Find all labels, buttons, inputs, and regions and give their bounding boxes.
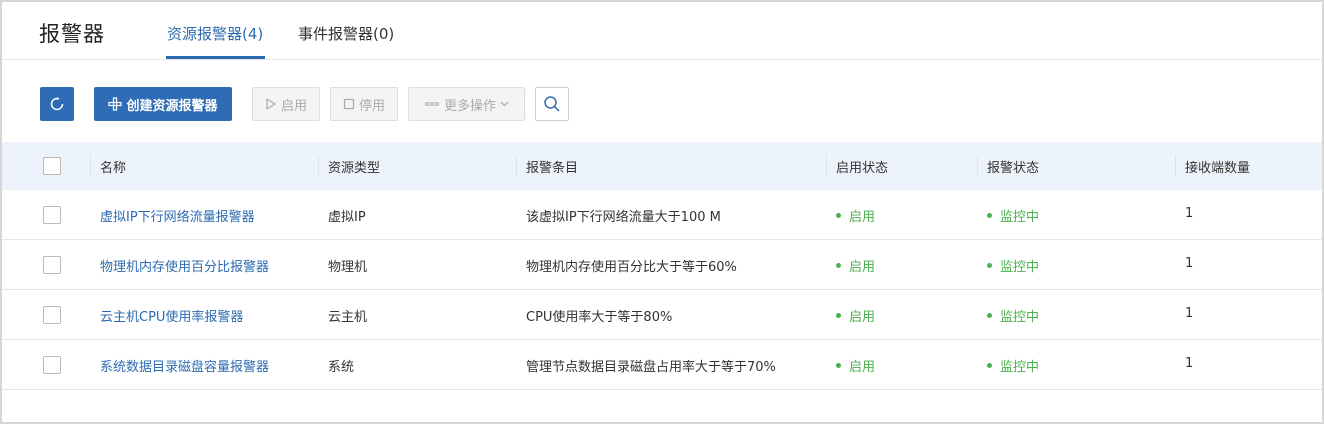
page-title: 报警器 — [39, 22, 105, 46]
chevron-down-icon — [500, 101, 509, 107]
status-dot-icon — [836, 363, 841, 368]
column-header-receiver-count[interactable]: 接收端数量 — [1185, 157, 1250, 176]
column-header-alarm-rule[interactable]: 报警条目 — [526, 157, 578, 176]
resource-type: 虚拟IP — [328, 210, 366, 225]
resource-type: 系统 — [328, 360, 355, 375]
column-header-alarm-state[interactable]: 报警状态 — [987, 157, 1039, 176]
enable-state-text: 启用 — [849, 360, 876, 375]
column-divider — [318, 155, 319, 177]
enable-state: 启用 — [836, 306, 875, 325]
more-actions-button[interactable]: 更多操作 — [408, 87, 525, 121]
alarm-name-link[interactable]: 虚拟IP下行网络流量报警器 — [100, 206, 255, 225]
alarm-state: 监控中 — [987, 306, 1039, 325]
table-row[interactable]: 云主机CPU使用率报警器 云主机 CPU使用率大于等于80% 启用 监控中 1 — [2, 290, 1322, 340]
active-tab-indicator — [166, 56, 265, 59]
status-dot-icon — [836, 213, 841, 218]
column-divider — [977, 155, 978, 177]
tab-event-alarms[interactable]: 事件报警器(0) — [298, 23, 394, 44]
enable-state-text: 启用 — [849, 310, 876, 325]
play-icon — [265, 98, 277, 110]
search-icon — [544, 96, 560, 112]
row-checkbox[interactable] — [43, 206, 61, 224]
alarm-rule: 该虚拟IP下行网络流量大于100 M — [526, 210, 721, 225]
select-all-checkbox[interactable] — [43, 157, 61, 175]
refresh-button[interactable] — [40, 87, 74, 121]
create-resource-alarm-button[interactable]: 创建资源报警器 — [94, 87, 232, 121]
ellipsis-icon — [424, 101, 440, 107]
column-header-enable-state[interactable]: 启用状态 — [836, 157, 888, 176]
tab-resource-alarms[interactable]: 资源报警器(4) — [167, 23, 263, 44]
receiver-count: 1 — [1185, 256, 1194, 271]
enable-button[interactable]: 启用 — [252, 87, 320, 121]
status-dot-icon — [836, 313, 841, 318]
more-actions-label: 更多操作 — [443, 98, 496, 114]
status-dot-icon — [987, 213, 992, 218]
column-divider — [826, 155, 827, 177]
row-checkbox[interactable] — [43, 256, 61, 274]
row-checkbox[interactable] — [43, 356, 61, 374]
alarm-name-link[interactable]: 云主机CPU使用率报警器 — [100, 306, 243, 325]
row-checkbox[interactable] — [43, 306, 61, 324]
search-button[interactable] — [535, 87, 569, 121]
page-header: 报警器 资源报警器(4) 事件报警器(0) — [2, 2, 1322, 60]
resource-type: 云主机 — [328, 310, 368, 325]
enable-state: 启用 — [836, 356, 875, 375]
table-row[interactable]: 系统数据目录磁盘容量报警器 系统 管理节点数据目录磁盘占用率大于等于70% 启用… — [2, 340, 1322, 390]
plus-icon — [108, 97, 123, 111]
stop-icon — [343, 98, 355, 110]
table-row[interactable]: 物理机内存使用百分比报警器 物理机 物理机内存使用百分比大于等于60% 启用 监… — [2, 240, 1322, 290]
alarm-state: 监控中 — [987, 256, 1039, 275]
enable-state: 启用 — [836, 256, 875, 275]
receiver-count: 1 — [1185, 306, 1194, 321]
enable-state-text: 启用 — [849, 210, 876, 225]
column-divider — [516, 155, 517, 177]
stop-button[interactable]: 停用 — [330, 87, 398, 121]
stop-button-label: 停用 — [358, 98, 385, 114]
column-divider — [1175, 155, 1176, 177]
status-dot-icon — [987, 313, 992, 318]
status-dot-icon — [836, 263, 841, 268]
table-header: 名称 资源类型 报警条目 启用状态 报警状态 接收端数量 — [2, 142, 1322, 190]
alarm-name-link[interactable]: 系统数据目录磁盘容量报警器 — [100, 356, 269, 375]
status-dot-icon — [987, 263, 992, 268]
receiver-count: 1 — [1185, 356, 1194, 371]
alarm-state-text: 监控中 — [1000, 360, 1040, 375]
alarm-rule: 物理机内存使用百分比大于等于60% — [526, 260, 737, 275]
alarm-state-text: 监控中 — [1000, 310, 1040, 325]
resource-type: 物理机 — [328, 260, 368, 275]
alarm-state: 监控中 — [987, 356, 1039, 375]
table-row[interactable]: 虚拟IP下行网络流量报警器 虚拟IP 该虚拟IP下行网络流量大于100 M 启用… — [2, 190, 1322, 240]
receiver-count: 1 — [1185, 206, 1194, 221]
alarm-state-text: 监控中 — [1000, 260, 1040, 275]
alarm-state: 监控中 — [987, 206, 1039, 225]
status-dot-icon — [987, 363, 992, 368]
refresh-icon — [50, 97, 64, 111]
column-header-resource-type[interactable]: 资源类型 — [328, 157, 380, 176]
enable-state: 启用 — [836, 206, 875, 225]
alarm-rule: 管理节点数据目录磁盘占用率大于等于70% — [526, 360, 776, 375]
alarm-name-link[interactable]: 物理机内存使用百分比报警器 — [100, 256, 269, 275]
column-divider — [90, 155, 91, 177]
enable-button-label: 启用 — [280, 98, 307, 114]
alarm-page: 报警器 资源报警器(4) 事件报警器(0) 创建资源报警器 启用 停用 更多操作… — [0, 0, 1324, 424]
enable-state-text: 启用 — [849, 260, 876, 275]
create-button-label: 创建资源报警器 — [126, 98, 218, 114]
alarm-rule: CPU使用率大于等于80% — [526, 310, 673, 325]
column-header-name[interactable]: 名称 — [100, 157, 126, 176]
alarm-state-text: 监控中 — [1000, 210, 1040, 225]
